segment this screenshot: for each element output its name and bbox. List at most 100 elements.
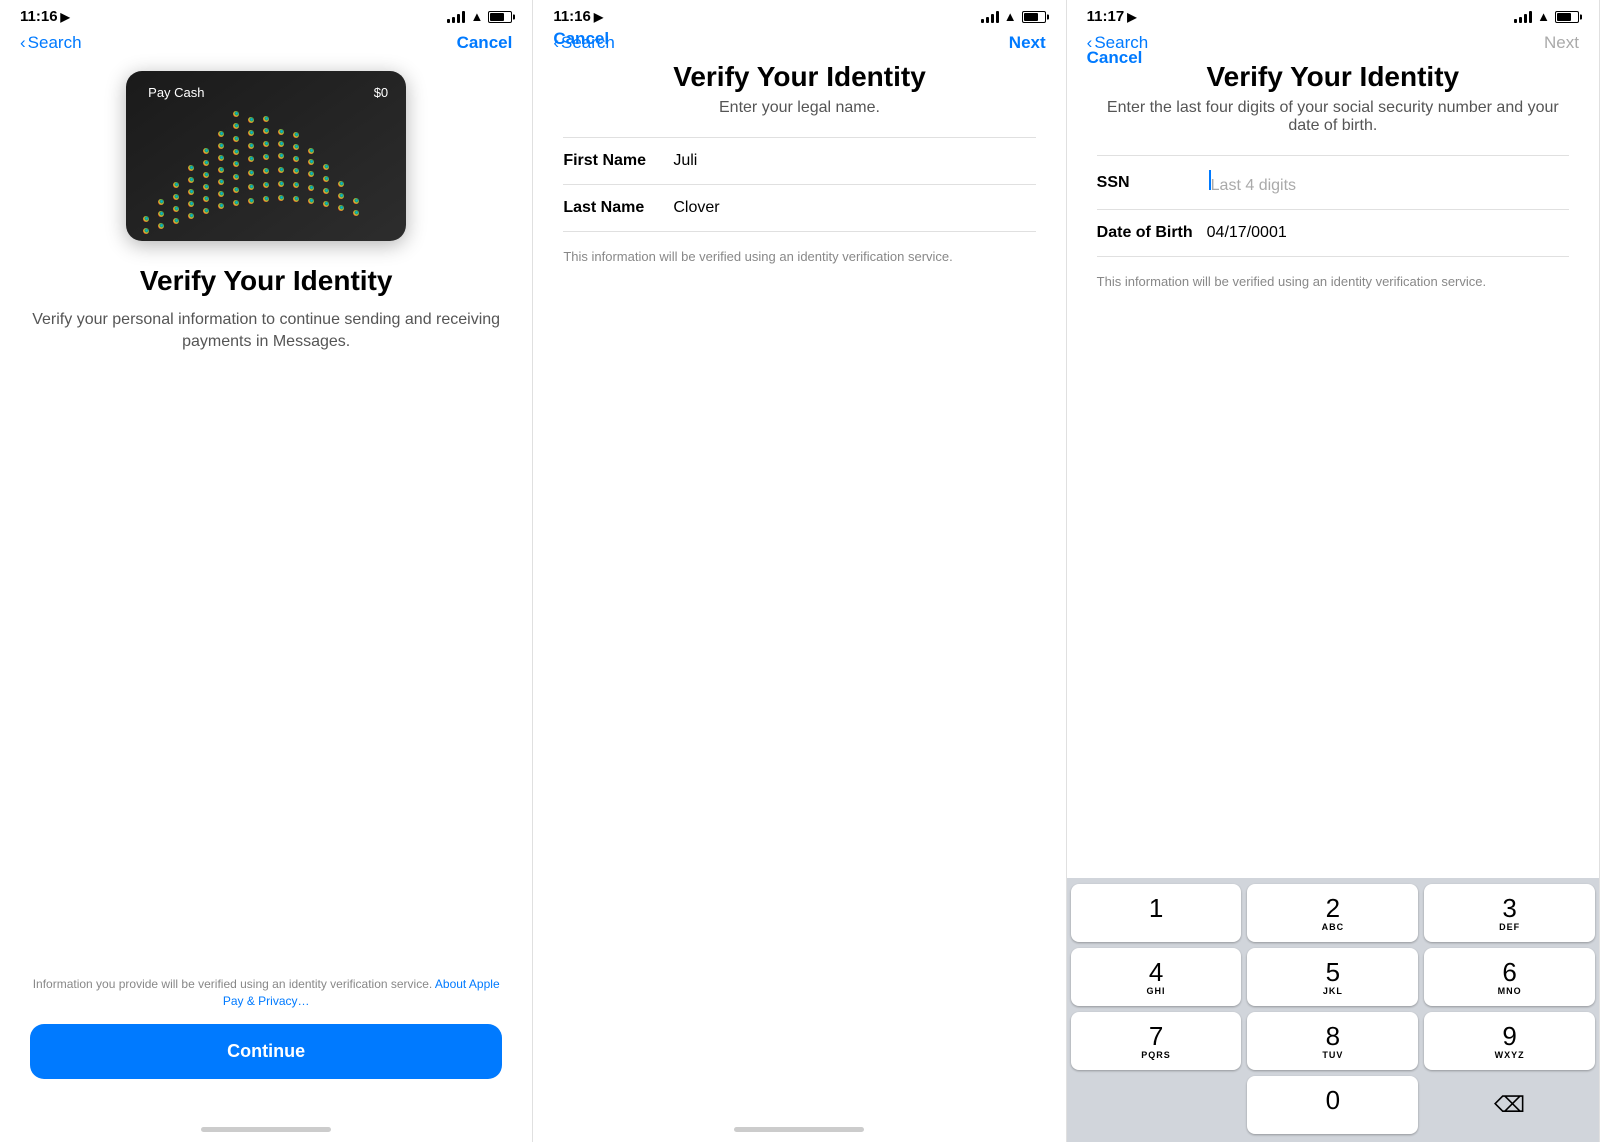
status-icons-1: ▲ [447,9,512,24]
status-bar-2: 11:16 ▶ ▲ [533,0,1065,29]
key-1-number: 1 [1149,895,1163,921]
wifi-icon-2: ▲ [1004,9,1017,24]
last-name-value[interactable]: Clover [673,199,719,217]
key-5-number: 5 [1326,959,1340,985]
cancel-button-3[interactable]: Cancel [1087,48,1143,67]
key-delete[interactable]: ⌫ [1424,1076,1595,1134]
privacy-text-content: Information you provide will be verified… [33,977,433,991]
signal-bars-3 [1514,11,1532,23]
keypad-row-4: 0 ⌫ [1071,1076,1595,1134]
apple-pay-card: Pay Cash $0 [126,71,406,241]
screen3-subtitle: Enter the last four digits of your socia… [1097,99,1569,135]
back-button-1[interactable]: ‹ Search [20,33,82,53]
key-3[interactable]: 3 DEF [1424,884,1595,942]
next-button-3: Next [1544,33,1579,53]
cancel-button-1[interactable]: Cancel [457,33,513,53]
screen1-content: Pay Cash $0 [0,61,532,1119]
first-name-value[interactable]: Juli [673,152,697,170]
key-6-number: 6 [1502,959,1516,985]
home-indicator-2 [734,1127,864,1132]
location-icon-2: ▶ [594,10,603,24]
key-empty [1071,1076,1242,1134]
keypad-row-2: 4 GHI 5 JKL 6 MNO [1071,948,1595,1006]
status-icons-3: ▲ [1514,9,1579,24]
form-note-3: This information will be verified using … [1097,273,1569,291]
form-note-2: This information will be verified using … [563,248,1035,266]
key-5[interactable]: 5 JKL [1247,948,1418,1006]
key-2-letters: ABC [1322,922,1345,932]
screen1-subtitle: Verify your personal information to cont… [30,309,502,354]
screen2-subtitle: Enter your legal name. [563,99,1035,117]
last-name-label: Last Name [563,199,673,217]
nav-bar-3: ‹ Search Next [1067,29,1599,61]
card-brand-text: Pay Cash [148,85,204,100]
key-8[interactable]: 8 TUV [1247,1012,1418,1070]
key-0[interactable]: 0 [1247,1076,1418,1134]
key-6-letters: MNO [1498,986,1522,996]
screen2: 11:16 ▶ ▲ ‹ Search Next Cancel Verify Yo… [533,0,1066,1142]
key-2-number: 2 [1326,895,1340,921]
battery-icon-2 [1022,11,1046,23]
key-6[interactable]: 6 MNO [1424,948,1595,1006]
key-9-number: 9 [1502,1023,1516,1049]
key-9-letters: WXYZ [1495,1050,1525,1060]
screen1: 11:16 ▶ ▲ ‹ Search Cancel [0,0,533,1142]
nav-bar-1: ‹ Search Cancel [0,29,532,61]
battery-icon-1 [488,11,512,23]
status-time-1: 11:16 [20,8,58,25]
dot-pattern [126,111,406,241]
key-1-letters [1154,922,1158,932]
keypad-row-1: 1 2 ABC 3 DEF [1071,884,1595,942]
status-time-2: 11:16 [553,8,591,25]
continue-button[interactable]: Continue [30,1024,502,1079]
card-brand: Pay Cash [144,85,204,100]
wifi-icon-3: ▲ [1537,9,1550,24]
battery-icon-3 [1555,11,1579,23]
next-button-2[interactable]: Next [1009,33,1046,53]
key-2[interactable]: 2 ABC [1247,884,1418,942]
privacy-text: Information you provide will be verified… [30,976,502,1010]
key-8-number: 8 [1326,1023,1340,1049]
key-4[interactable]: 4 GHI [1071,948,1242,1006]
screen2-title: Verify Your Identity [563,61,1035,93]
first-name-row: First Name Juli [563,138,1035,185]
card-header: Pay Cash $0 [144,85,388,100]
first-name-label: First Name [563,152,673,170]
home-indicator-1 [201,1127,331,1132]
key-7-letters: PQRS [1141,1050,1171,1060]
numeric-keypad: 1 2 ABC 3 DEF 4 GHI 5 JKL 6 MN [1067,878,1599,1142]
screen3-title: Verify Your Identity [1097,61,1569,93]
status-bar-3: 11:17 ▶ ▲ [1067,0,1599,29]
key-4-letters: GHI [1147,986,1166,996]
key-9[interactable]: 9 WXYZ [1424,1012,1595,1070]
last-name-row: Last Name Clover [563,185,1035,232]
dob-label: Date of Birth [1097,224,1207,242]
key-3-number: 3 [1502,895,1516,921]
ssn-label: SSN [1097,174,1207,192]
dob-row: Date of Birth 04/17/0001 [1097,210,1569,257]
key-8-letters: TUV [1322,1050,1343,1060]
keypad-row-3: 7 PQRS 8 TUV 9 WXYZ [1071,1012,1595,1070]
key-1[interactable]: 1 [1071,884,1242,942]
signal-bars-2 [981,11,999,23]
back-arrow-icon-1: ‹ [20,33,26,53]
ssn-placeholder[interactable]: Last 4 digits [1207,170,1296,195]
status-bar-1: 11:16 ▶ ▲ [0,0,532,29]
ssn-row: SSN Last 4 digits [1097,156,1569,210]
screen1-footer: Information you provide will be verified… [30,956,502,1119]
location-icon-1: ▶ [61,10,70,24]
wifi-icon-1: ▲ [470,9,483,24]
status-icons-2: ▲ [981,9,1046,24]
key-7-number: 7 [1149,1023,1163,1049]
key-0-letters [1331,1114,1335,1124]
back-label-1: Search [28,33,82,53]
cancel-button-2[interactable]: Cancel [553,29,609,49]
card-balance: $0 [374,85,388,100]
screen2-content: Verify Your Identity Enter your legal na… [533,61,1065,1119]
key-0-number: 0 [1326,1087,1340,1113]
screen1-title: Verify Your Identity [140,265,393,297]
screen3: 11:17 ▶ ▲ ‹ Search Next Cancel Verify [1067,0,1600,1142]
dob-value[interactable]: 04/17/0001 [1207,224,1287,242]
key-7[interactable]: 7 PQRS [1071,1012,1242,1070]
status-time-3: 11:17 [1087,8,1125,25]
